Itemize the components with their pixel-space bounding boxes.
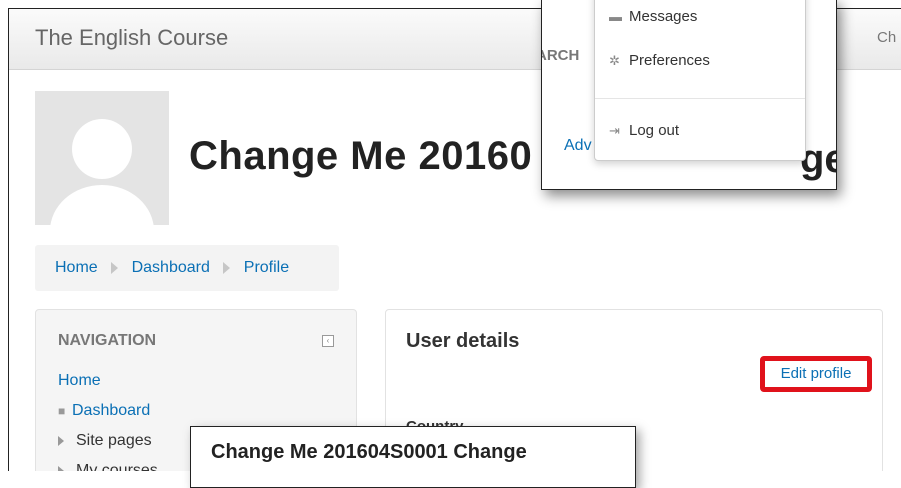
menu-divider [595, 98, 805, 99]
menu-item-label: Messages [629, 8, 698, 25]
advanced-search-link[interactable]: Adv [564, 137, 592, 155]
speech-bubble-icon: ▬ [609, 9, 622, 24]
site-brand[interactable]: The English Course [35, 25, 228, 51]
expand-arrow-icon [58, 435, 64, 446]
nav-item-label: Site pages [76, 432, 152, 449]
breadcrumb-dashboard[interactable]: Dashboard [132, 259, 210, 276]
user-details-title: User details [406, 330, 520, 352]
nav-home-link[interactable]: Home [58, 372, 101, 390]
avatar [35, 91, 169, 225]
gear-icon: ✲ [609, 53, 620, 68]
dock-block-icon[interactable]: ‹ [322, 335, 334, 347]
callout-title-text: Change Me 201604S0001 Change [211, 441, 527, 463]
breadcrumb-separator-icon [223, 261, 231, 274]
nav-item-dashboard[interactable]: ■ Dashboard [58, 402, 150, 420]
user-silhouette-icon [50, 119, 154, 225]
user-menu-toggle[interactable]: Ch [877, 29, 896, 46]
expand-arrow-icon [58, 465, 64, 471]
menu-item-preferences[interactable]: ✲ Preferences [609, 52, 710, 69]
search-label-fragment: ARCH [542, 47, 580, 64]
zoom-callout-title: Change Me 201604S0001 Change [190, 426, 636, 488]
menu-item-label: Log out [629, 122, 680, 139]
logout-icon: ⇥ [609, 123, 620, 138]
breadcrumb-home[interactable]: Home [55, 259, 98, 276]
nav-item-label: Dashboard [72, 402, 151, 419]
breadcrumb: Home Dashboard Profile [35, 245, 339, 291]
menu-item-label: Preferences [629, 52, 710, 69]
edit-profile-link[interactable]: Edit profile [760, 356, 872, 392]
menu-item-logout[interactable]: ⇥ Log out [609, 122, 679, 139]
navigation-title: NAVIGATION [58, 332, 157, 349]
nav-item-site-pages[interactable]: Site pages [58, 432, 152, 450]
menu-item-messages[interactable]: ▬ Messages [609, 8, 697, 25]
user-dropdown-menu: ▬ Messages ✲ Preferences ⇥ Log out [594, 0, 806, 161]
page-title: Change Me 20160 [189, 134, 533, 178]
bullet-icon: ■ [58, 404, 66, 418]
breadcrumb-profile[interactable]: Profile [244, 259, 289, 276]
breadcrumb-separator-icon [111, 261, 119, 274]
zoom-callout-user-menu: ARCH Adv ge M ▬Messages ✲Preferences ⇥Lo… [541, 0, 837, 190]
